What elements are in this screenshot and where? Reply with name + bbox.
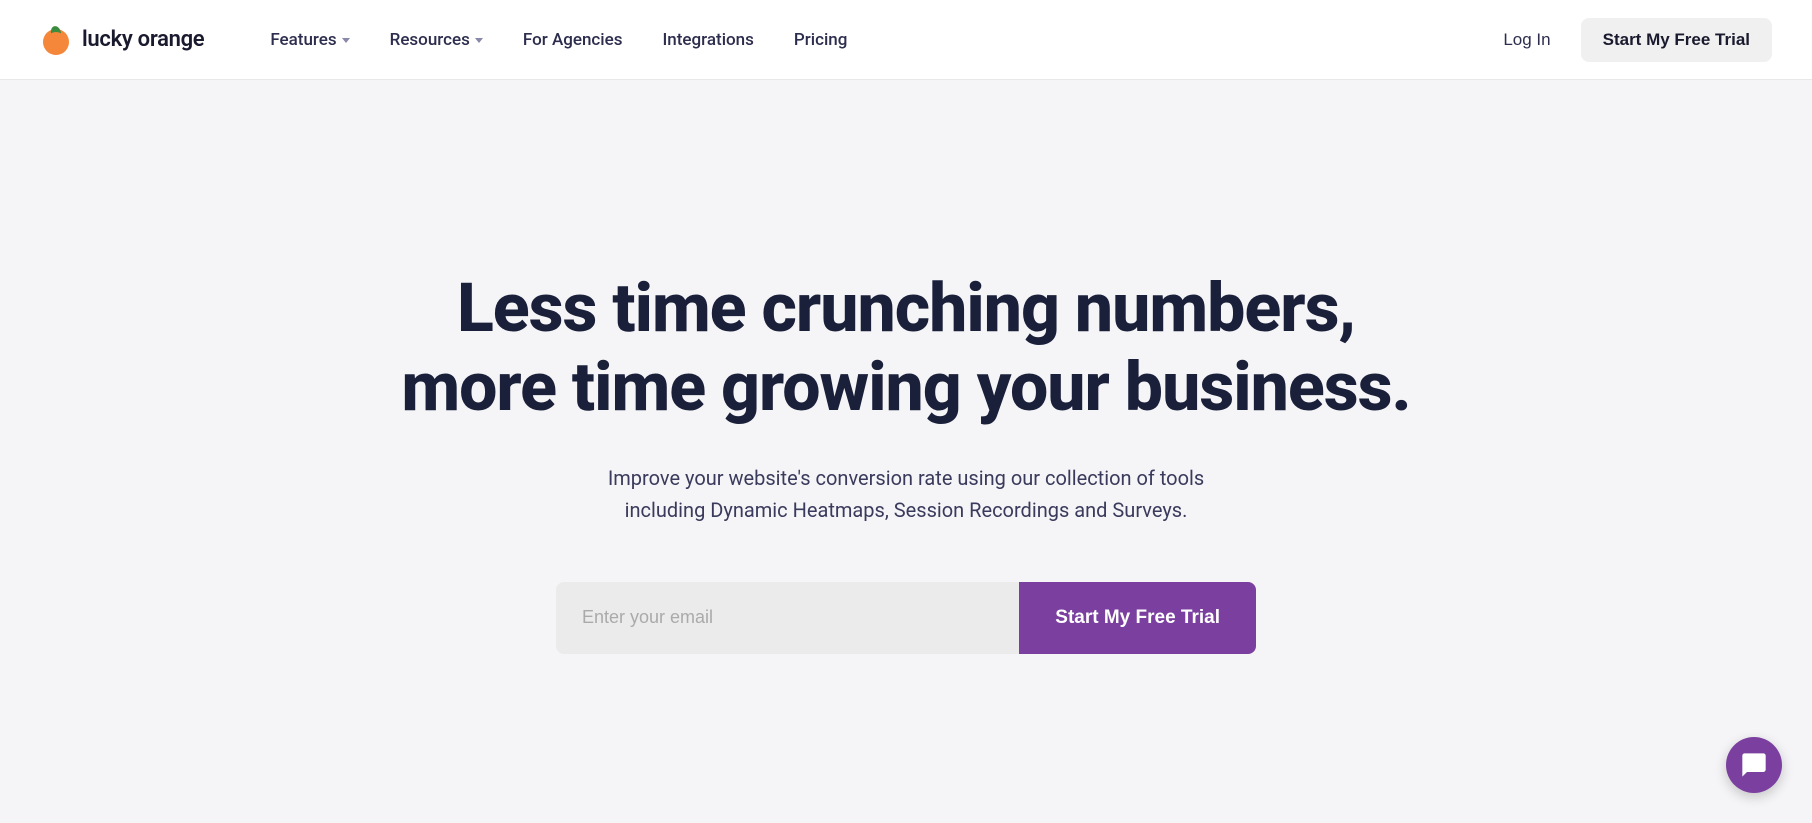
navbar: lucky orange Features Resources For Agen… <box>0 0 1812 80</box>
logo-icon <box>40 24 72 56</box>
resources-label: Resources <box>390 30 470 50</box>
integrations-label: Integrations <box>662 30 753 50</box>
nav-for-agencies[interactable]: For Agencies <box>507 20 639 60</box>
chat-bubble-button[interactable] <box>1726 737 1782 793</box>
resources-chevron-icon <box>475 38 483 43</box>
nav-trial-button[interactable]: Start My Free Trial <box>1581 18 1772 62</box>
brand-name: lucky orange <box>82 27 204 52</box>
logo-link[interactable]: lucky orange <box>40 24 204 56</box>
chat-icon <box>1740 751 1768 779</box>
features-label: Features <box>270 30 336 50</box>
hero-cta-area: Start My Free Trial <box>556 582 1256 654</box>
hero-headline-line2: more time growing your business. <box>401 347 1410 427</box>
email-input[interactable] <box>556 582 1019 654</box>
hero-trial-button[interactable]: Start My Free Trial <box>1019 582 1256 654</box>
pricing-label: Pricing <box>794 30 848 50</box>
nav-right: Log In Start My Free Trial <box>1483 18 1772 62</box>
nav-pricing[interactable]: Pricing <box>778 20 864 60</box>
nav-resources[interactable]: Resources <box>374 20 499 60</box>
hero-headline: Less time crunching numbers, more time g… <box>401 269 1410 425</box>
nav-integrations[interactable]: Integrations <box>646 20 769 60</box>
hero-headline-line1: Less time crunching numbers, <box>457 268 1355 348</box>
hero-section: Less time crunching numbers, more time g… <box>0 80 1812 823</box>
features-chevron-icon <box>342 38 350 43</box>
login-button[interactable]: Log In <box>1483 20 1570 60</box>
for-agencies-label: For Agencies <box>523 30 623 50</box>
hero-subtext: Improve your website's conversion rate u… <box>596 462 1216 526</box>
nav-features[interactable]: Features <box>254 20 365 60</box>
nav-links: Features Resources For Agencies Integrat… <box>254 20 1483 60</box>
